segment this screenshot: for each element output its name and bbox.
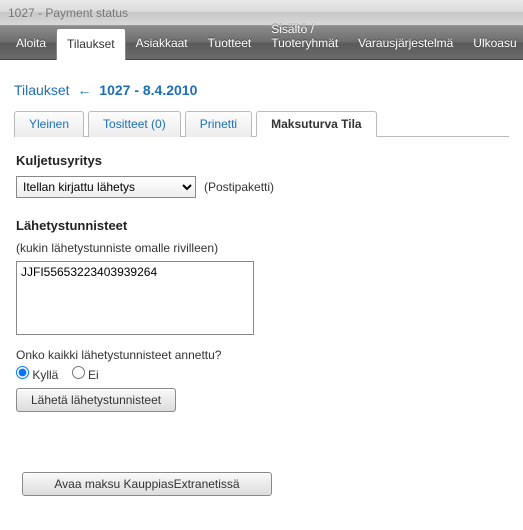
tracking-heading: Lähetystunnisteet [16,218,507,233]
tab-maksuturva-tila[interactable]: Maksuturva Tila [256,111,376,137]
tab-tositteet[interactable]: Tositteet (0) [88,111,181,137]
radio-no[interactable] [72,366,85,379]
menu-sisalto-tuoteryhmat[interactable]: Sisältö / Tuoteryhmät [261,14,348,59]
main-menubar: Aloita Tilaukset Asiakkaat Tuotteet Sisä… [0,26,523,60]
submit-tracking-button[interactable]: Lähetä lähetystunnisteet [16,388,176,412]
breadcrumb: Tilaukset ← 1027 - 8.4.2010 [14,82,509,98]
carrier-paren-label: (Postipaketti) [204,180,274,194]
carrier-section: Kuljetusyritys Itellan kirjattu lähetys … [14,137,509,214]
tracking-textarea[interactable] [16,261,254,335]
breadcrumb-arrow-icon: ← [77,82,91,98]
radio-no-label[interactable]: Ei [72,368,99,382]
menu-varausjarjestelma[interactable]: Varausjärjestelmä [348,28,463,59]
menu-tilaukset[interactable]: Tilaukset [56,28,126,60]
radio-no-text: Ei [88,368,99,382]
carrier-heading: Kuljetusyritys [16,153,507,168]
open-merchant-extranet-button[interactable]: Avaa maksu KauppiasExtranetissä [22,472,272,496]
menu-aloita[interactable]: Aloita [6,28,56,59]
app-window: 1027 - Payment status Aloita Tilaukset A… [0,0,523,530]
open-merchant-row: Avaa maksu KauppiasExtranetissä [22,472,272,496]
breadcrumb-current: 1027 - 8.4.2010 [99,82,197,98]
menu-ulkoasu[interactable]: Ulkoasu [463,28,523,59]
radio-yes[interactable] [16,366,29,379]
tracking-question-row: Onko kaikki lähetystunnisteet annettu? K… [16,348,507,382]
carrier-select[interactable]: Itellan kirjattu lähetys [16,176,196,198]
menu-asiakkaat[interactable]: Asiakkaat [126,28,198,59]
tab-yleinen[interactable]: Yleinen [14,111,84,137]
radio-yes-label[interactable]: Kyllä [16,368,62,382]
menu-tuotteet[interactable]: Tuotteet [198,28,262,59]
tab-bar: Yleinen Tositteet (0) Prinetti Maksuturv… [14,110,509,137]
tracking-subtext: (kukin lähetystunniste omalle rivilleen) [16,241,507,255]
tracking-question-label: Onko kaikki lähetystunnisteet annettu? [16,348,507,362]
tab-prinetti[interactable]: Prinetti [185,111,252,137]
window-title: 1027 - Payment status [8,6,128,20]
breadcrumb-root-link[interactable]: Tilaukset [14,82,70,98]
radio-yes-text: Kyllä [32,368,58,382]
content-area: Tilaukset ← 1027 - 8.4.2010 Yleinen Tosi… [0,60,523,530]
tracking-section: Lähetystunnisteet (kukin lähetystunniste… [14,214,509,428]
